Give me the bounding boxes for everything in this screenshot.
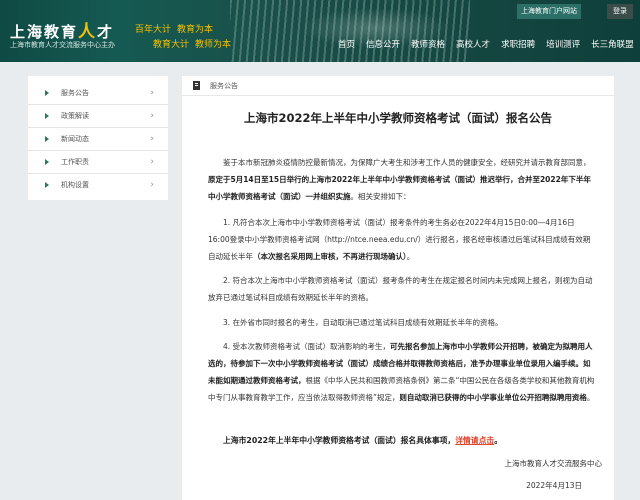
sidebar-item-label: 服务公告: [61, 89, 89, 97]
text-run: 4. 受本次教师资格考试（面试）取消影响的考生，: [223, 342, 391, 351]
logo-subtitle: 上海市教育人才交流服务中心主办: [10, 41, 115, 49]
slogan-4: 教师为本: [195, 40, 232, 50]
text-run: 。相关安排如下：: [350, 192, 411, 201]
nav-university-talent[interactable]: 高校人才: [456, 39, 490, 51]
article-paragraph-details: 上海市2022年上半年中小学教师资格考试（面试）报名具体事项，详情请点击。: [208, 432, 596, 449]
slogan-3: 教育大计: [153, 40, 190, 50]
breadcrumb-label[interactable]: 服务公告: [210, 80, 238, 92]
article-paragraph-3: 3. 在外省市同时报名的考生，自动取消已通过笔试科目成绩有效期延长半年的资格。: [223, 318, 503, 327]
sidebar-item-news[interactable]: 新闻动态 ›: [28, 128, 168, 151]
site-header: 上海教育人才 上海市教育人才交流服务中心主办 百年大计 教育为本 教育大计 教师…: [0, 0, 640, 62]
article-paragraph-intro: 鉴于本市新冠肺炎疫情防控最新情况，为保障广大考生和涉考工作人员的健康安全，经研究…: [208, 154, 596, 205]
text-run-bold: 上海市2022年上半年中小学教师资格考试（面试）报名具体事项，: [223, 436, 456, 445]
sidebar-item-label: 机构设置: [61, 181, 89, 189]
sidebar: 服务公告 › 政策解读 › 新闻动态 › 工作职责 › 机构设置 ›: [28, 76, 168, 200]
article-title: 上海市2022年上半年中小学教师资格考试（面试）报名公告: [243, 111, 552, 125]
nav-teacher-qualification[interactable]: 教师资格: [411, 39, 445, 51]
bullet-icon: [45, 182, 49, 188]
article-date: 2022年4月13日: [526, 481, 582, 490]
bullet-icon: [45, 136, 49, 142]
nav-home[interactable]: 首页: [338, 39, 355, 51]
text-run: 。: [586, 393, 595, 402]
text-run: 。: [406, 252, 415, 261]
chevron-right-icon: ›: [150, 134, 154, 144]
chevron-right-icon: ›: [150, 180, 154, 190]
chevron-right-icon: ›: [150, 88, 154, 98]
details-link[interactable]: 详情请点击: [455, 436, 494, 445]
site-logo[interactable]: 上海教育人才: [10, 17, 114, 42]
article-paragraph-4: 4. 受本次教师资格考试（面试）取消影响的考生，可先报名参加上海市中小学教师公开…: [208, 338, 596, 406]
main-nav: 首页 信息公开 教师资格 高校人才 求职招聘 培训测评 长三角联盟: [338, 39, 640, 51]
bullet-icon: [45, 90, 49, 96]
chevron-right-icon: ›: [150, 111, 154, 121]
logo-text-end: 才: [97, 23, 115, 41]
text-run-bold: 则自动取消已获得的中小学事业单位公开招聘拟聘用资格: [399, 393, 587, 402]
document-icon: [193, 81, 200, 90]
login-button[interactable]: 登录: [607, 4, 633, 19]
sidebar-item-policy[interactable]: 政策解读 ›: [28, 105, 168, 128]
article-panel: 服务公告 上海市2022年上半年中小学教师资格考试（面试）报名公告 鉴于本市新冠…: [182, 76, 614, 500]
bullet-icon: [45, 159, 49, 165]
nav-yangtze-delta-alliance[interactable]: 长三角联盟: [591, 39, 634, 51]
slogan-1: 百年大计: [135, 25, 172, 35]
bullet-icon: [45, 113, 49, 119]
article-paragraph-2: 2. 符合本次上海市中小学教师资格考试（面试）报考条件的考生在规定报名时间内未完…: [208, 276, 593, 302]
logo-text: 上海教育: [10, 23, 79, 41]
nav-training-assessment[interactable]: 培训测评: [546, 39, 580, 51]
nav-info-public[interactable]: 信息公开: [366, 39, 400, 51]
article-signature: 上海市教育人才交流服务中心: [504, 459, 603, 468]
text-run: 鉴于本市新冠肺炎疫情防控最新情况，为保障广大考生和涉考工作人员的健康安全，经研究…: [223, 158, 591, 167]
text-run: 。: [494, 436, 502, 445]
sidebar-item-duties[interactable]: 工作职责 ›: [28, 151, 168, 174]
chevron-right-icon: ›: [150, 157, 154, 167]
sidebar-item-service-notice[interactable]: 服务公告 ›: [28, 82, 168, 105]
logo-accent: 人: [78, 22, 98, 42]
sidebar-item-label: 政策解读: [61, 112, 89, 120]
sidebar-item-organization[interactable]: 机构设置 ›: [28, 174, 168, 197]
text-run-bold: （本次报名采用网上审核，不再进行现场确认）: [253, 252, 407, 261]
sidebar-item-label: 工作职责: [61, 158, 89, 166]
portal-link[interactable]: 上海教育门户网站: [517, 4, 581, 19]
nav-job-recruitment[interactable]: 求职招聘: [501, 39, 535, 51]
breadcrumb: 服务公告: [182, 76, 614, 96]
article-paragraph-1: 1. 凡符合本次上海市中小学教师资格考试（面试）报考条件的考生务必在2022年4…: [208, 214, 596, 265]
sidebar-item-label: 新闻动态: [61, 135, 89, 143]
slogan-2: 教育为本: [177, 25, 214, 35]
